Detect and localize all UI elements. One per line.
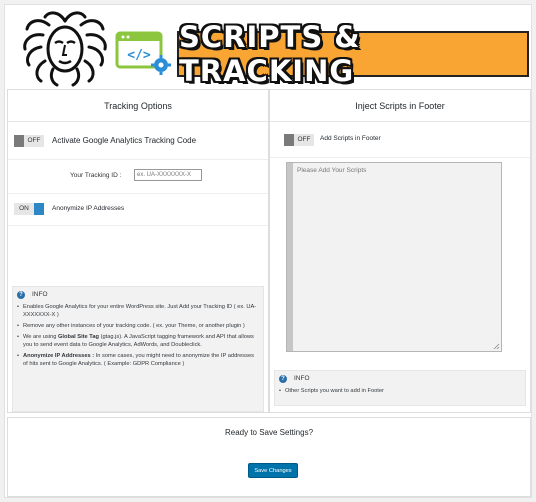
ga-toggle[interactable]: OFF: [14, 135, 44, 147]
toggle-knob: [284, 134, 294, 146]
footer-scripts-toggle[interactable]: OFF: [284, 134, 314, 146]
footer-toggle-row: OFF Add Scripts in Footer: [270, 122, 530, 158]
anonymize-toggle-state: ON: [14, 203, 34, 215]
textarea-gutter: [287, 163, 293, 351]
toggle-knob: [14, 135, 24, 147]
info-item: Remove any other instances of your track…: [17, 322, 257, 330]
info-list: Enables Google Analytics for your entire…: [13, 303, 263, 374]
textarea-placeholder: Please Add Your Scripts: [297, 167, 367, 174]
info-bold-text: Anonymize IP Addresses :: [23, 353, 95, 359]
tracking-id-row: Your Tracking ID : ex. UA-XXXXXXX-X: [8, 160, 268, 194]
anonymize-toggle-row: ON Anonymize IP Addresses: [8, 194, 268, 226]
ga-toggle-label: Activate Google Analytics Tracking Code: [52, 136, 197, 145]
toggle-knob: [34, 203, 44, 215]
footer-scripts-title: Inject Scripts in Footer: [270, 90, 530, 122]
info-text: We are using: [23, 334, 58, 340]
info-item: Enables Google Analytics for your entire…: [17, 303, 257, 319]
resize-grip-icon[interactable]: [493, 343, 500, 350]
code-settings-icon: </>: [115, 31, 171, 75]
info-title: INFO: [294, 375, 310, 382]
tracking-options-title: Tracking Options: [8, 90, 268, 122]
title-banner: SCRIPTS & TRACKING: [177, 20, 529, 88]
ga-toggle-state: OFF: [24, 135, 44, 147]
footer-scripts-panel: Inject Scripts in Footer OFF Add Scripts…: [269, 89, 531, 413]
tracking-id-input[interactable]: ex. UA-XXXXXXX-X: [134, 169, 202, 181]
tracking-id-label: Your Tracking ID :: [70, 172, 122, 179]
header: </> SCRIPTS & TRACKING: [5, 5, 533, 89]
anonymize-toggle[interactable]: ON: [14, 203, 44, 215]
info-title: INFO: [32, 291, 48, 298]
info-list: Other Scripts you want to add in Footer: [275, 387, 525, 401]
info-header: ? INFO: [275, 371, 525, 387]
help-icon: ?: [279, 375, 287, 383]
info-item: Other Scripts you want to add in Footer: [279, 387, 519, 395]
footer-info-box: ? INFO Other Scripts you want to add in …: [274, 370, 526, 406]
info-item: We are using Global Site Tag (gtag.js). …: [17, 333, 257, 349]
info-item: Anonymize IP Addresses : In some cases, …: [17, 352, 257, 368]
help-icon: ?: [17, 291, 25, 299]
info-bold-text: Global Site Tag: [58, 334, 99, 340]
save-section: Ready to Save Settings? Save Changes: [7, 417, 531, 497]
medusa-logo-icon: [23, 11, 107, 87]
anonymize-toggle-label: Anonymize IP Addresses: [52, 205, 125, 212]
settings-page: </> SCRIPTS & TRACKING Tracking Options …: [4, 4, 532, 498]
svg-text:</>: </>: [127, 48, 151, 63]
scripts-textarea[interactable]: Please Add Your Scripts: [286, 162, 502, 352]
save-title: Ready to Save Settings?: [224, 428, 314, 437]
banner-title: SCRIPTS & TRACKING: [179, 20, 361, 88]
save-changes-button[interactable]: Save Changes: [248, 463, 298, 478]
footer-toggle-label: Add Scripts in Footer: [320, 135, 381, 142]
footer-toggle-state: OFF: [294, 134, 314, 146]
tracking-info-box: ? INFO Enables Google Analytics for your…: [12, 286, 264, 412]
tracking-options-panel: Tracking Options OFF Activate Google Ana…: [7, 89, 269, 413]
info-header: ? INFO: [13, 287, 263, 303]
ga-toggle-row: OFF Activate Google Analytics Tracking C…: [8, 122, 268, 160]
